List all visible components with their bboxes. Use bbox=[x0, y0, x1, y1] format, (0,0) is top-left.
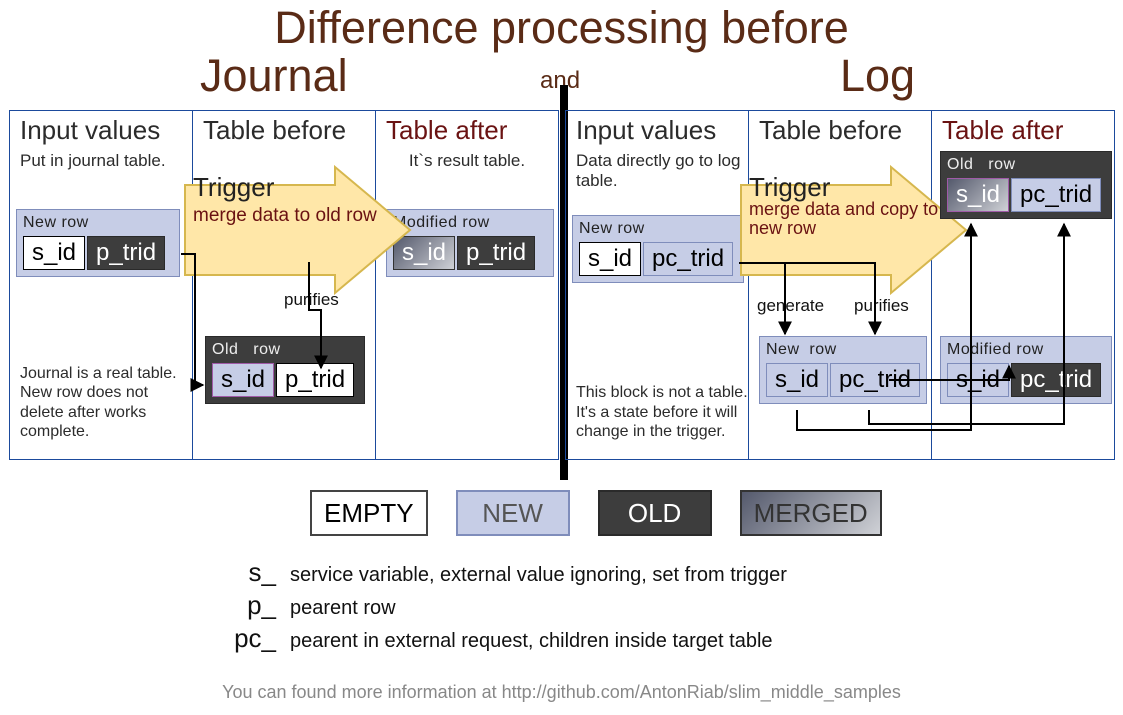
panel-j-input: Input values Put in journal table. New r… bbox=[9, 110, 193, 460]
panel-l-input: Input values Data directly go to log tab… bbox=[565, 110, 749, 460]
panel-note: Journal is a real table. New row does no… bbox=[20, 364, 192, 441]
legend-row: EMPTY NEW OLD MERGED bbox=[310, 490, 882, 536]
legend-empty: EMPTY bbox=[310, 490, 428, 536]
legend-merged: MERGED bbox=[740, 490, 882, 536]
cell-ptrid: p_trid bbox=[87, 236, 165, 270]
row-label: New row bbox=[766, 341, 920, 359]
footer-note: You can found more information at http:/… bbox=[0, 682, 1123, 703]
j-old-row: Old row s_id p_trid bbox=[205, 336, 365, 404]
prefix-s: s_ bbox=[230, 557, 276, 588]
l-after-old: Old row s_id pc_trid bbox=[940, 151, 1112, 219]
panel-title: Table before bbox=[759, 115, 902, 146]
panel-title: Table after bbox=[942, 115, 1063, 146]
l-after-modified: Modified row s_id pc_trid bbox=[940, 336, 1112, 404]
cell-sid: s_id bbox=[212, 363, 274, 397]
trigger-log: Trigger merge data and copy to new row bbox=[731, 150, 971, 310]
title-main: Difference processing before bbox=[0, 2, 1123, 54]
legend-new: NEW bbox=[456, 490, 570, 536]
trigger-sub: merge data to old row bbox=[193, 206, 377, 227]
cell-sid: s_id bbox=[766, 363, 828, 397]
cell-sid: s_id bbox=[23, 236, 85, 270]
panel-title: Table after bbox=[386, 115, 507, 146]
l-before-new: New row s_id pc_trid bbox=[759, 336, 927, 404]
panel-title: Table before bbox=[203, 115, 346, 146]
prefix-pc-desc: pearent in external request, children in… bbox=[290, 630, 773, 653]
panel-sub: Put in journal table. bbox=[20, 151, 166, 171]
l-new-row: New row s_id pc_trid bbox=[572, 215, 744, 283]
cell-pctrid: pc_trid bbox=[1011, 363, 1101, 397]
panel-title: Input values bbox=[20, 115, 160, 146]
prefix-pc: pc_ bbox=[230, 623, 276, 654]
label-purifies-j: purifies bbox=[284, 290, 339, 310]
title-log: Log bbox=[840, 50, 915, 102]
panel-title: Input values bbox=[576, 115, 716, 146]
trigger-title: Trigger bbox=[193, 172, 274, 203]
row-label: Old row bbox=[947, 156, 1105, 174]
trigger-journal: Trigger merge data to old row bbox=[175, 150, 415, 310]
trigger-sub: merge data and copy to new row bbox=[749, 200, 939, 238]
label-purifies-l: purifies bbox=[854, 296, 909, 316]
j-new-row: New row s_id p_trid bbox=[16, 209, 180, 277]
cell-pctrid: pc_trid bbox=[1011, 178, 1101, 212]
row-label: Modified row bbox=[947, 341, 1105, 359]
cell-ptrid: p_trid bbox=[457, 236, 535, 270]
legend-old: OLD bbox=[598, 490, 712, 536]
cell-ptrid: p_trid bbox=[276, 363, 354, 397]
panels-row: Input values Put in journal table. New r… bbox=[9, 110, 1114, 460]
cell-pctrid: pc_trid bbox=[643, 242, 733, 276]
prefix-s-desc: service variable, external value ignorin… bbox=[290, 564, 787, 587]
row-label: New row bbox=[579, 220, 737, 238]
cell-sid: s_id bbox=[947, 178, 1009, 212]
cell-sid: s_id bbox=[947, 363, 1009, 397]
row-label: Modified row bbox=[393, 214, 547, 232]
row-label: Old row bbox=[212, 341, 358, 359]
row-label: New row bbox=[23, 214, 173, 232]
title-journal: Journal bbox=[200, 50, 348, 102]
prefix-p-desc: pearent row bbox=[290, 597, 396, 620]
panel-note: This block is not a table. It's a state … bbox=[576, 383, 748, 441]
prefix-p: p_ bbox=[230, 590, 276, 621]
prefix-key: s_ service variable, external value igno… bbox=[230, 555, 787, 656]
panel-sub: Data directly go to log table. bbox=[576, 151, 746, 190]
cell-pctrid: pc_trid bbox=[830, 363, 920, 397]
cell-sid: s_id bbox=[579, 242, 641, 276]
label-generate: generate bbox=[757, 296, 824, 316]
